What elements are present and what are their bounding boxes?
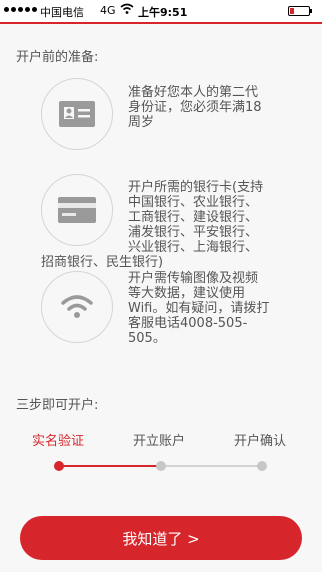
prep-title: 开户前的准备: — [16, 50, 99, 65]
desc-line: 工商银行、建设银行、 — [128, 210, 259, 225]
progress-track-active — [59, 465, 161, 467]
desc-line: 身份证，您必须年满18 — [128, 100, 262, 115]
desc-line: 等大数据，建议使用 — [128, 286, 246, 301]
bank-card-icon — [58, 197, 96, 223]
desc-line: 505。 — [128, 331, 166, 346]
id-card-circle — [41, 78, 113, 150]
signal-strength-icon — [4, 7, 37, 12]
id-card-description: 准备好您本人的第二代 身份证，您必须年满18 周岁 — [128, 85, 308, 130]
bank-card-circle — [41, 174, 113, 246]
bank-card-description: 开户所需的银行卡(支持 中国银行、农业银行、 工商银行、建设银行、 浦发银行、平… — [128, 180, 318, 255]
wifi-description: 开户需传输图像及视频 等大数据，建议使用 Wifi。如有疑问，请拨打 客服电话4… — [128, 271, 318, 346]
header-accent-line — [0, 22, 322, 24]
wifi-icon — [61, 295, 93, 318]
desc-line: 周岁 — [128, 115, 155, 130]
desc-line: 开户所需的银行卡(支持 — [128, 180, 264, 195]
wifi-circle — [41, 271, 113, 343]
step-dot-verify — [54, 461, 64, 471]
desc-line: 兴业银行、上海银行、 — [128, 240, 259, 255]
steps-title: 三步即可开户: — [16, 398, 99, 413]
step-label-verify: 实名验证 — [32, 434, 85, 449]
got-it-button[interactable]: 我知道了 > — [20, 516, 302, 560]
desc-line: 中国银行、农业银行、 — [128, 195, 259, 210]
battery-icon — [288, 6, 312, 16]
step-label-confirm: 开户确认 — [234, 434, 287, 449]
network-type: 4G — [100, 4, 116, 17]
status-bar: 中国电信 4G 上午9:51 — [0, 0, 322, 22]
desc-line: 准备好您本人的第二代 — [128, 85, 259, 100]
clock: 上午9:51 — [138, 6, 188, 19]
carrier-label: 中国电信 — [40, 6, 84, 19]
desc-line: 开户需传输图像及视频 — [128, 271, 259, 286]
desc-line: 浦发银行、平安银行、 — [128, 225, 259, 240]
wifi-status-icon — [120, 3, 134, 14]
desc-line: Wifi。如有疑问，请拨打 — [128, 301, 270, 316]
progress-track-inactive — [161, 465, 263, 467]
desc-line: 客服电话4008-505- — [128, 316, 248, 331]
step-dot-confirm — [257, 461, 267, 471]
step-dot-open-account — [156, 461, 166, 471]
bank-card-description-extra: 招商银行、民生银行) — [41, 255, 164, 270]
id-card-icon — [59, 101, 95, 127]
step-label-open-account: 开立账户 — [133, 434, 186, 449]
